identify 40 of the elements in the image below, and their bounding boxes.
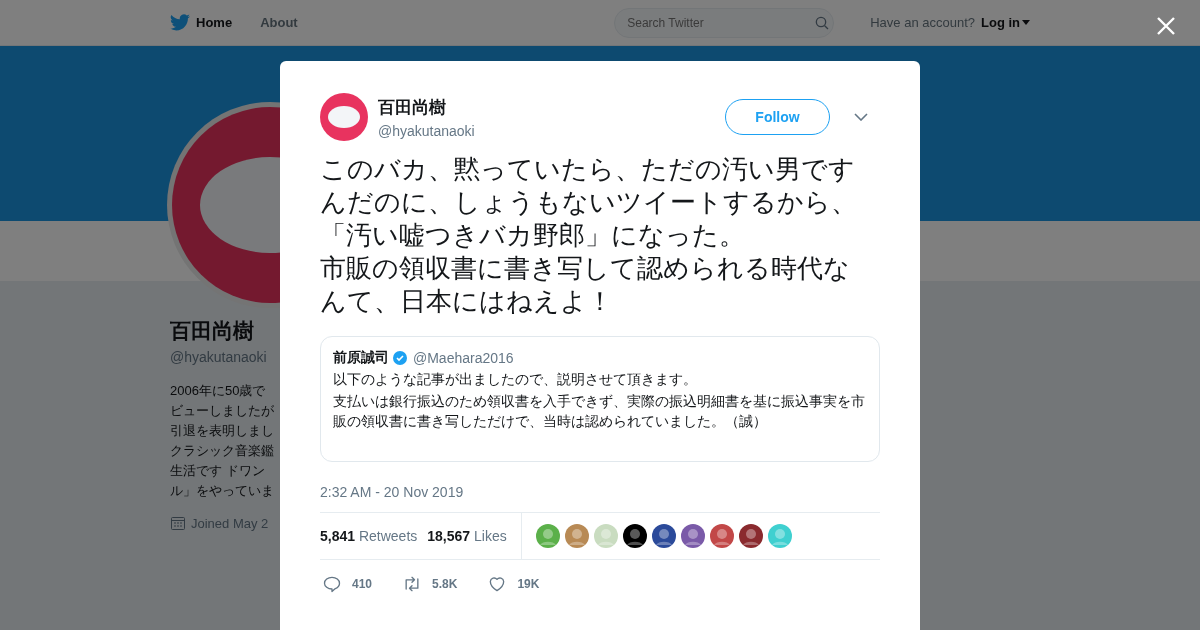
quoted-user-handle: @Maehara2016 <box>413 350 514 366</box>
bird-icon <box>170 14 190 31</box>
liker-avatar[interactable] <box>622 524 647 548</box>
calendar-icon <box>170 515 186 531</box>
bio-line: ル」をやっていま <box>170 482 274 500</box>
tweet-action[interactable]: 410 <box>322 574 373 594</box>
login-link[interactable]: Log in <box>981 15 1020 30</box>
close-icon <box>1156 16 1176 36</box>
bio-line: ビューしましたが <box>170 402 274 420</box>
follow-button[interactable]: Follow <box>725 99 830 135</box>
caret-icon <box>1022 20 1030 25</box>
account-prompt: Have an account? <box>870 15 975 30</box>
tweet-stat[interactable]: 18,567 Likes <box>427 528 507 544</box>
tweet-action[interactable]: 19K <box>487 574 540 594</box>
bio-line: 2006年に50歳で <box>170 382 266 400</box>
nav-link[interactable]: Home <box>170 14 233 31</box>
tweet-text: このバカ、黙っていたら、ただの汚い男ですんだのに、しょうもないツイートするから、「汚い嘘つきバカ野郎」になった。 <box>320 153 858 252</box>
bio-line: 引退を表明しまし <box>170 422 274 440</box>
speech-bubble-icon <box>322 574 342 594</box>
profile-name: 百田尚樹 <box>170 318 254 344</box>
chevron-down-icon[interactable] <box>854 113 868 121</box>
user-handle: @hyakutanaoki <box>378 122 475 139</box>
profile-handle: @hyakutanaoki <box>170 349 267 365</box>
quoted-tweet[interactable]: 前原誠司 @Maehara2016 以下のような記事が出ましたので、説明させて頂きます。 支払いは銀行振込のため領収書を入手できず、実際の振込明細書を基に振込事実を市販の領収書に書き写しただけで、当時は認められていました。（誠） <box>320 336 880 462</box>
quoted-tweet-text: 以下のような記事が出ましたので、説明させて頂きます。 <box>333 370 698 389</box>
bio-line: 生活です ドワン <box>170 462 265 480</box>
liker-avatar[interactable] <box>738 524 763 548</box>
liker-avatar[interactable] <box>651 524 676 548</box>
search-field[interactable]: Search Twitter <box>614 7 835 38</box>
user-name: 百田尚樹 <box>378 96 447 119</box>
tweet-stat[interactable]: 5,841 Retweets <box>320 528 418 544</box>
quoted-tweet-text: 支払いは銀行振込のため領収書を入手できず、実際の振込明細書を基に振込事実を市販の領収書に書き写しただけで、当時は認められていました。（誠） <box>333 392 866 431</box>
tweet-text: 市販の領収書に書き写して認められる時代なんて、日本にはねえよ！ <box>320 252 851 318</box>
nav-link[interactable]: About <box>260 15 298 30</box>
tweet-timestamp: 2:32 AM - 20 Nov 2019 <box>320 484 465 500</box>
quoted-user-name: 前原誠司 <box>333 349 389 367</box>
tweet-action[interactable]: 5.8K <box>402 574 458 594</box>
user-avatar <box>320 93 368 141</box>
joined-date: Joined May 2 <box>191 515 269 531</box>
bio-line: クラシック音楽鑑 <box>170 442 274 460</box>
